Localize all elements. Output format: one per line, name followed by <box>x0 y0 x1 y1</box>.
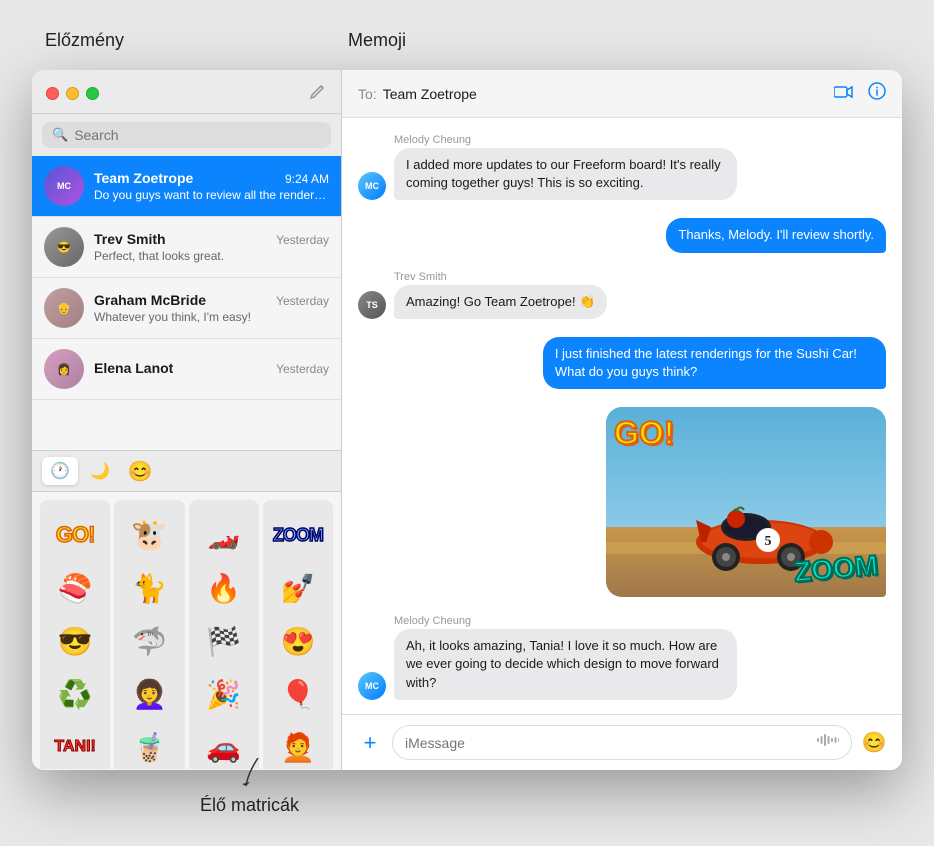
conv-time: 9:24 AM <box>285 172 329 186</box>
message-bubble: Ah, it looks amazing, Tania! I love it s… <box>394 629 737 700</box>
message-row: TS Amazing! Go Team Zoetrope! 👏 <box>358 285 886 319</box>
message-row: I just finished the latest renderings fo… <box>358 337 886 389</box>
search-wrapper[interactable]: 🔍 <box>42 122 331 148</box>
conversation-list: MC Team Zoetrope 9:24 AM Do you guys wan… <box>32 156 341 450</box>
conversation-item[interactable]: 👴 Graham McBride Yesterday Whatever you … <box>32 278 341 339</box>
sticker-grid: GO! 🐮 🏎️ ZOOM 🍣 🐈 <box>32 492 341 769</box>
message-row: Thanks, Melody. I'll review shortly. <box>358 218 886 252</box>
conv-preview: Perfect, that looks great. <box>94 249 329 263</box>
sticker-panel: 🕐 🌙 😊 GO! 🐮 🏎️ ZOOM <box>32 450 341 770</box>
message-input-wrapper <box>392 725 852 760</box>
go-sticker: GO! <box>614 415 674 452</box>
sticker-cell[interactable]: 🧋 <box>114 712 184 769</box>
minimize-button[interactable] <box>66 87 79 100</box>
avatar: MC <box>358 172 386 200</box>
conv-preview: Do you guys want to review all the rende… <box>94 188 329 202</box>
message-row: 5 GO! ZOOM <box>358 407 886 597</box>
conv-name: Team Zoetrope <box>94 170 193 186</box>
message-block: Thanks, Melody. I'll review shortly. <box>358 218 886 252</box>
conversation-item[interactable]: 👩 Elena Lanot Yesterday <box>32 339 341 400</box>
search-input[interactable] <box>74 127 321 143</box>
info-icon[interactable] <box>868 82 886 105</box>
search-icon: 🔍 <box>52 127 68 143</box>
messages-area: Melody Cheung MC I added more updates to… <box>342 118 902 714</box>
conv-name: Graham McBride <box>94 292 206 308</box>
avatar: 😎 <box>44 227 84 267</box>
conversation-item[interactable]: 😎 Trev Smith Yesterday Perfect, that loo… <box>32 217 341 278</box>
message-block: I just finished the latest renderings fo… <box>358 337 886 389</box>
video-call-icon[interactable] <box>834 83 854 104</box>
photo-canvas: 5 GO! ZOOM <box>606 407 886 597</box>
conv-name: Trev Smith <box>94 231 166 247</box>
conv-info: Trev Smith Yesterday Perfect, that looks… <box>94 231 329 263</box>
message-input[interactable] <box>405 735 817 751</box>
left-panel: 🔍 MC Team Zoetrope 9:24 AM Do you guys w… <box>32 70 342 770</box>
conv-info: Team Zoetrope 9:24 AM Do you guys want t… <box>94 170 329 202</box>
avatar: TS <box>358 291 386 319</box>
photo-message: 5 GO! ZOOM <box>606 407 886 597</box>
memoji-label: Memoji <box>348 30 406 51</box>
message-block: Melody Cheung MC Ah, it looks amazing, T… <box>358 615 886 700</box>
message-bubble: Amazing! Go Team Zoetrope! 👏 <box>394 285 607 319</box>
svg-text:5: 5 <box>765 534 772 549</box>
message-block: 5 GO! ZOOM <box>358 407 886 597</box>
conv-preview: Whatever you think, I'm easy! <box>94 310 329 324</box>
sender-label: Melody Cheung <box>394 615 886 627</box>
conv-time: Yesterday <box>276 233 329 247</box>
input-area: + 😊 <box>342 714 902 770</box>
avatar: MC <box>358 672 386 700</box>
sender-label: Melody Cheung <box>394 134 886 146</box>
sticker-tab-custom[interactable]: 😊 <box>122 457 158 485</box>
conv-time: Yesterday <box>276 362 329 376</box>
conv-info: Elena Lanot Yesterday <box>94 360 329 378</box>
message-block: Melody Cheung MC I added more updates to… <box>358 134 886 200</box>
sticker-tab-memoji[interactable]: 🌙 <box>82 457 118 485</box>
conv-time: Yesterday <box>276 294 329 308</box>
message-block: Trev Smith TS Amazing! Go Team Zoetrope!… <box>358 271 886 319</box>
emoji-button[interactable]: 😊 <box>860 729 888 757</box>
chat-header-icons <box>834 82 886 105</box>
search-bar: 🔍 <box>32 114 341 156</box>
traffic-lights <box>46 87 99 100</box>
avatar: 👩 <box>44 349 84 389</box>
message-row: MC Ah, it looks amazing, Tania! I love i… <box>358 629 886 700</box>
audio-waveform-icon[interactable] <box>817 733 839 752</box>
title-bar <box>32 70 341 114</box>
előzmény-label: Előzmény <box>45 30 124 51</box>
message-bubble: I just finished the latest renderings fo… <box>543 337 886 389</box>
avatar: MC <box>44 166 84 206</box>
sticker-tabs: 🕐 🌙 😊 <box>32 451 341 492</box>
message-bubble: Thanks, Melody. I'll review shortly. <box>666 218 886 252</box>
message-bubble: I added more updates to our Freeform boa… <box>394 148 737 200</box>
conv-info: Graham McBride Yesterday Whatever you th… <box>94 292 329 324</box>
sticker-tab-recent[interactable]: 🕐 <box>42 457 78 485</box>
add-button[interactable]: + <box>356 729 384 757</box>
sticker-cell[interactable]: TANI! <box>40 712 110 769</box>
conversation-item[interactable]: MC Team Zoetrope 9:24 AM Do you guys wan… <box>32 156 341 217</box>
conv-name: Elena Lanot <box>94 360 173 376</box>
compose-icon[interactable] <box>309 82 327 105</box>
sender-label: Trev Smith <box>394 271 886 283</box>
close-button[interactable] <box>46 87 59 100</box>
right-panel: To: Team Zoetrope <box>342 70 902 770</box>
chat-header: To: Team Zoetrope <box>342 70 902 118</box>
chat-header-title: To: Team Zoetrope <box>358 86 477 102</box>
élő-matricák-label: Élő matricák <box>200 795 299 816</box>
avatar: 👴 <box>44 288 84 328</box>
to-label: To: <box>358 86 377 102</box>
message-row: MC I added more updates to our Freeform … <box>358 148 886 200</box>
to-name: Team Zoetrope <box>383 86 477 102</box>
maximize-button[interactable] <box>86 87 99 100</box>
